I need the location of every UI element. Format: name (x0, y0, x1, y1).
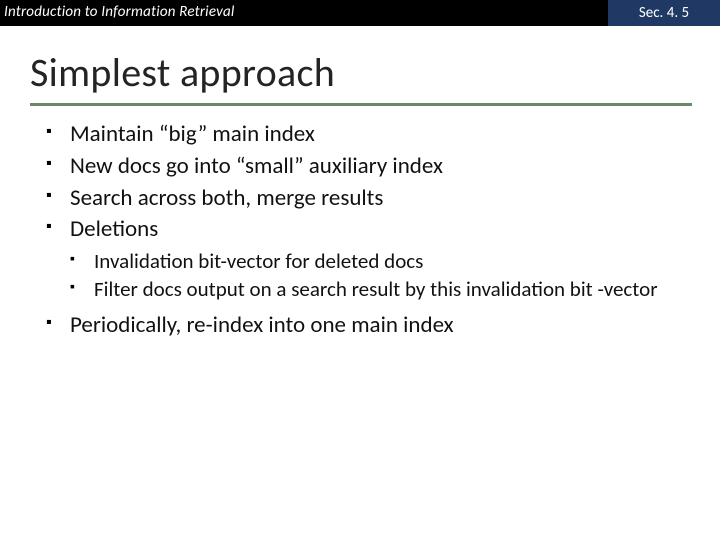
sub-bullet-list: Invalidation bit-vector for deleted docs… (40, 248, 680, 303)
bullet-list: Periodically, re-index into one main ind… (40, 311, 680, 340)
list-item: Maintain “big” main index (40, 120, 680, 149)
list-item: Deletions (40, 215, 680, 244)
section-label: Sec. 4. 5 (608, 0, 720, 26)
course-title: Introduction to Information Retrieval (0, 0, 608, 26)
sub-list-item: Invalidation bit-vector for deleted docs (40, 248, 680, 274)
sub-list-item: Filter docs output on a search result by… (40, 276, 680, 302)
list-item: Search across both, merge results (40, 184, 680, 213)
slide-body: Maintain “big” main index New docs go in… (0, 106, 720, 339)
list-item: New docs go into “small” auxiliary index (40, 152, 680, 181)
bullet-list: Maintain “big” main index New docs go in… (40, 120, 680, 244)
list-item: Periodically, re-index into one main ind… (40, 311, 680, 340)
slide-header: Introduction to Information Retrieval Se… (0, 0, 720, 26)
slide-title: Simplest approach (0, 26, 720, 103)
